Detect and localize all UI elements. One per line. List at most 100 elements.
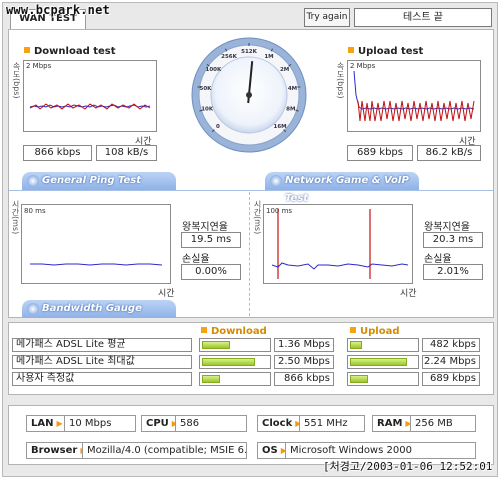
download-bar — [199, 372, 271, 386]
os-key: OS ▶ — [257, 442, 287, 459]
gauge-hub — [246, 92, 252, 98]
cpu-key: CPU▶ — [141, 415, 178, 432]
download-column-text: Download — [211, 326, 267, 337]
download-bar — [199, 355, 271, 369]
bandwidth-row-label: 메가패스 ADSL Lite 최대값 — [12, 355, 192, 369]
gauge-tick-label: 16M — [274, 124, 287, 130]
upload-value: 482 kbps — [422, 338, 480, 352]
browser-key: Browser▶ — [26, 442, 86, 459]
upload-title-text: Upload test — [358, 46, 424, 57]
os-key-text: OS — [262, 445, 278, 456]
voip-graph: 100 ms — [263, 204, 413, 284]
timestamp: [처경고/2003-01-06 12:52:01 — [323, 460, 493, 473]
bandwidth-header: Bandwidth Gauge — [22, 300, 176, 318]
upload-trace — [353, 70, 475, 122]
cpu-value: 586 — [175, 415, 247, 432]
upload-title: Upload test — [348, 46, 423, 57]
try-again-button[interactable]: Try again — [304, 8, 350, 27]
ram-value: 256 MB — [410, 415, 476, 432]
ping-ylabel: 시간(ms) — [11, 200, 20, 235]
gauge-tick-label: 1M — [264, 54, 273, 60]
divider — [9, 190, 493, 191]
upload-value: 2.24 Mbps — [422, 355, 480, 369]
download-title: Download test — [24, 46, 116, 57]
divider — [249, 192, 250, 316]
gauge-tick-label: 256K — [221, 54, 237, 60]
clock-value: 551 MHz — [299, 415, 365, 432]
upload-bar — [347, 355, 419, 369]
download-value: 866 kbps — [274, 372, 334, 386]
upload-bar-fill — [350, 358, 407, 366]
bullet-icon — [27, 175, 39, 187]
arrow-icon: ▶ — [56, 419, 63, 428]
voip-rtt-value: 20.3 ms — [423, 232, 483, 248]
upload-kBs: 86.2 kB/s — [417, 145, 481, 161]
download-kBs: 108 kB/s — [96, 145, 157, 161]
voip-ylabel: 시간(ms) — [253, 200, 262, 235]
bandwidth-row-label: 사용자 측정값 — [12, 372, 192, 386]
ping-xlabel: 시간 — [158, 289, 175, 299]
upload-graph: 2 Mbps — [347, 60, 481, 132]
download-value: 1.36 Mbps — [274, 338, 334, 352]
bullet-icon — [350, 327, 356, 333]
gauge-tick-label: 10K — [201, 107, 214, 113]
download-bar — [199, 338, 271, 352]
voip-loss-value: 2.01% — [423, 264, 483, 280]
download-bar-fill — [202, 358, 255, 366]
gauge-tick-label: 512K — [241, 49, 257, 55]
gauge-tick-label: 8M — [286, 107, 295, 113]
upload-column-text: Upload — [360, 326, 400, 337]
ram-key-text: RAM — [377, 418, 403, 429]
upload-value: 689 kbps — [422, 372, 480, 386]
upload-bar-fill — [350, 341, 362, 349]
cpu-key-text: CPU — [146, 418, 169, 429]
bullet-icon — [24, 47, 30, 53]
bandwidth-row-label: 메가패스 ADSL Lite 평균 — [12, 338, 192, 352]
ping-loss-label: 손실율 — [182, 254, 210, 265]
ping-loss-value: 0.00% — [181, 264, 241, 280]
upload-bar — [347, 338, 419, 352]
bandwidth-header-text: Bandwidth Gauge — [42, 303, 142, 314]
download-bar-fill — [202, 375, 220, 383]
browser-key-text: Browser — [31, 445, 78, 456]
gauge-tick-label: 100K — [206, 67, 222, 73]
clock-key: Clock▶ — [257, 415, 301, 432]
upload-column-header: Upload — [350, 326, 399, 337]
ram-key: RAM ▶ — [372, 415, 414, 432]
lan-key-text: LAN — [31, 418, 54, 429]
gauge-tick-label: 0 — [216, 124, 220, 130]
ping-header: General Ping Test — [22, 172, 176, 190]
gauge-tick-label: 2M — [280, 67, 289, 73]
ping-trace — [30, 263, 163, 266]
watermark: www.bcpark.net — [6, 3, 110, 17]
clock-key-text: Clock — [262, 418, 293, 429]
download-ylabel: 속도(bps) — [12, 62, 21, 99]
download-value: 2.50 Mbps — [274, 355, 334, 369]
status-display: 테스트 끝 — [354, 8, 492, 27]
voip-header: Network Game & VoIP Test — [265, 172, 419, 204]
bullet-icon — [27, 303, 39, 315]
browser-value: Mozilla/4.0 (compatible; MSIE 6.0 — [82, 442, 247, 459]
download-title-text: Download test — [34, 46, 116, 57]
upload-kbps: 689 kbps — [347, 145, 413, 161]
voip-rtt-label: 왕복지연율 — [424, 222, 470, 233]
voip-trace — [271, 209, 409, 279]
ping-header-text: General Ping Test — [42, 175, 142, 186]
download-graph: 2 Mbps — [23, 60, 157, 132]
voip-xlabel: 시간 — [400, 289, 417, 299]
ping-graph: 80 ms — [21, 204, 171, 284]
voip-loss-label: 손실율 — [424, 254, 452, 265]
speed-gauge: 0 10K 50K 100K 256K 512K 1M 2M 4M 8M 16M — [191, 37, 307, 153]
ping-rtt-label: 왕복지연율 — [182, 222, 228, 233]
download-column-header: Download — [201, 326, 267, 337]
upload-bar — [347, 372, 419, 386]
download-kbps: 866 kbps — [23, 145, 92, 161]
os-value: Microsoft Windows 2000 — [285, 442, 476, 459]
upload-bar-fill — [350, 375, 368, 383]
bullet-icon — [270, 175, 282, 187]
lan-key: LAN ▶ — [26, 415, 66, 432]
bullet-icon — [201, 327, 207, 333]
lan-value: 10 Mbps — [64, 415, 136, 432]
download-trace — [29, 103, 151, 110]
gauge-tick-label: 4M — [288, 86, 297, 92]
